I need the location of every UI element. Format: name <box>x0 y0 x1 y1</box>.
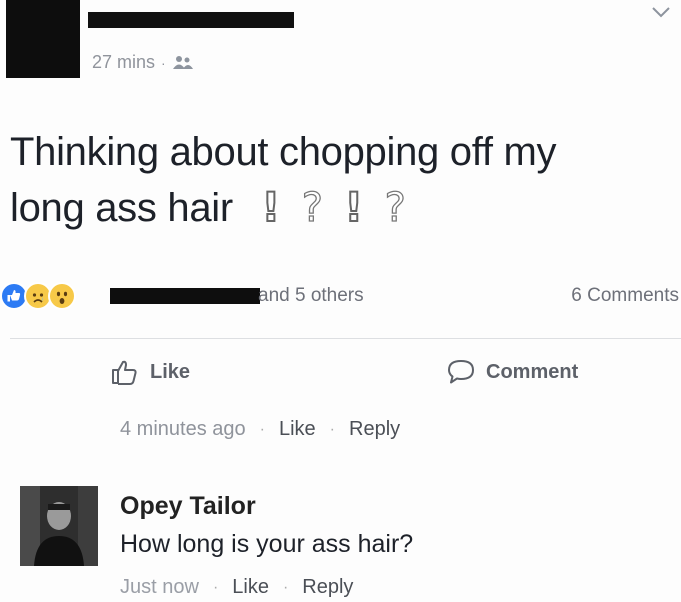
exclamation-emoji: ! <box>344 185 364 231</box>
comment-text: How long is your ass hair? <box>120 530 414 558</box>
comment-like-link[interactable]: Like <box>279 418 316 441</box>
friends-icon[interactable] <box>172 55 194 71</box>
comment-reply-link[interactable]: Reply <box>349 418 400 441</box>
post-time[interactable]: 27 mins <box>92 52 155 73</box>
poster-avatar-redacted[interactable] <box>6 0 80 78</box>
comment-time[interactable]: 4 minutes ago <box>120 418 246 441</box>
wow-reaction-icon <box>48 282 76 310</box>
post-text-line-2-words: long ass hair <box>10 186 233 230</box>
comments-count[interactable]: 6 Comments <box>571 285 679 307</box>
post-text-line-2: long ass hair ! ? ! ? <box>10 180 676 236</box>
divider <box>10 338 681 339</box>
like-button[interactable]: Like <box>110 358 190 386</box>
comment-button-label: Comment <box>486 360 579 383</box>
post-meta: 27 mins · <box>92 52 194 73</box>
reaction-others-text[interactable]: and 5 others <box>258 285 364 307</box>
post-text-line-1: Thinking about chopping off my <box>10 130 557 174</box>
reply-meta: Just now · Like · Reply <box>120 576 353 599</box>
chevron-down-icon[interactable] <box>650 4 672 20</box>
reply-time[interactable]: Just now <box>120 576 199 599</box>
meta-dot: · <box>212 578 219 596</box>
person-photo <box>20 486 98 566</box>
like-button-label: Like <box>150 360 191 383</box>
question-emoji: ? <box>384 185 407 231</box>
reaction-icons[interactable] <box>0 282 76 310</box>
poster-name-redacted[interactable] <box>88 12 294 28</box>
post-body: Thinking about chopping off my long ass … <box>10 124 676 236</box>
facebook-post-screenshot: 27 mins · Thinking about chopping off my… <box>0 0 681 602</box>
emoji-marks: ! ? ! ? <box>261 185 407 231</box>
meta-dot: · <box>282 578 289 596</box>
reply-like-link[interactable]: Like <box>232 576 269 599</box>
meta-dot: · <box>259 420 265 438</box>
comment-button[interactable]: Comment <box>446 358 578 386</box>
reactor-name-redacted[interactable] <box>110 288 260 304</box>
thumbs-up-icon <box>112 360 137 385</box>
meta-dot: · <box>329 420 335 438</box>
commenter-avatar[interactable] <box>20 486 98 566</box>
commenter-name[interactable]: Opey Tailor <box>120 492 256 521</box>
meta-separator: · <box>161 54 166 71</box>
question-emoji: ? <box>301 185 324 231</box>
comment-meta: 4 minutes ago · Like · Reply <box>120 418 400 441</box>
exclamation-emoji: ! <box>261 185 281 231</box>
reply-reply-link[interactable]: Reply <box>302 576 353 599</box>
comment-bubble-icon <box>448 360 474 384</box>
